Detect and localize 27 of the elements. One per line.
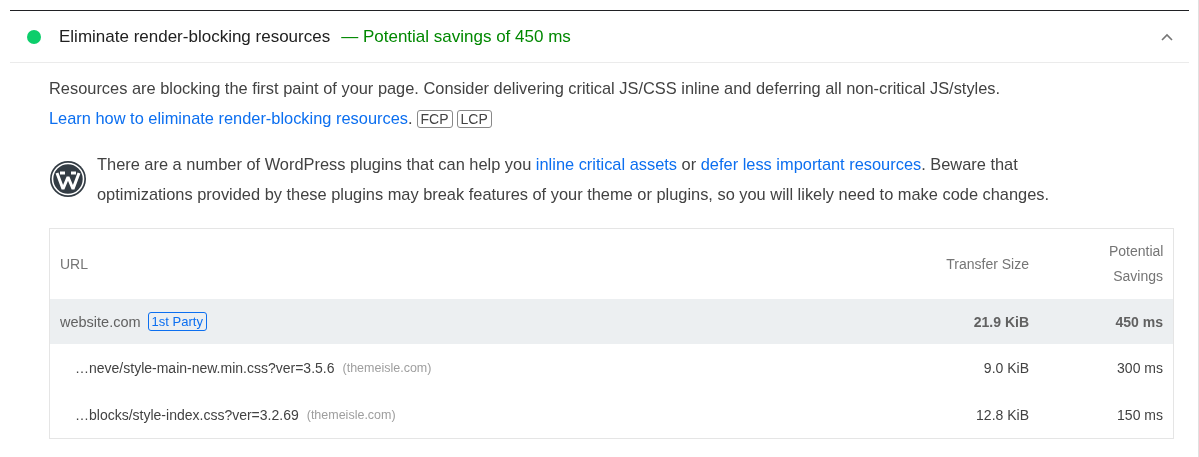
plugin-link[interactable]: defer less important resources <box>700 155 922 173</box>
savings-value: 300 ms <box>1116 359 1164 376</box>
size-value: 21.9 KiB <box>972 313 1029 330</box>
metric-tag: LCP <box>456 110 492 128</box>
savings-text: — Potential savings of 450 ms <box>341 26 571 47</box>
url-text: website.com <box>60 313 141 330</box>
savings-value: 450 ms <box>1114 313 1164 330</box>
url-text: …neve/style-main-new.min.css?ver=3.5.6 <box>75 359 335 376</box>
audit-title: Eliminate render-blocking resources <box>59 26 331 47</box>
size-value: 12.8 KiB <box>975 406 1029 423</box>
size-value: 9.0 KiB <box>982 359 1029 376</box>
chevron-icon[interactable] <box>1161 32 1173 41</box>
audit-header[interactable]: Eliminate render-blocking resources — Potential savings of 450 ms <box>10 11 1189 63</box>
wordpress-logo-icon <box>49 160 87 198</box>
description-text: Resources are blocking the first paint of your page. Consider delivering critical JS/CSS inline and deferring all non-critical JS/styles. Learn how to eliminate render-blocking resources. FCP LCP <box>49 78 1002 130</box>
learn-more-link[interactable]: Learn how to eliminate render-blocking resources <box>49 109 408 127</box>
column-header: Transfer Size <box>945 254 1029 274</box>
host-text: (themeisle.com) <box>342 360 432 375</box>
column-header: Potential Savings <box>1108 242 1165 286</box>
url-text: …blocks/style-index.css?ver=3.2.69 <box>75 406 299 423</box>
column-header: URL <box>59 254 89 274</box>
metric-tag: FCP <box>416 110 453 128</box>
plugin-note-text: There are a number of WordPress plugins that can help you inline critical assets or defer less important resources. Beware that optimizations provided by these plugins may break features of your theme or plugins, so you will likely need to make code changes. <box>97 154 1051 205</box>
savings-value: 150 ms <box>1116 406 1164 423</box>
party-badge: 1st Party <box>147 312 207 331</box>
plugin-link[interactable]: inline critical assets <box>535 155 678 173</box>
host-text: (themeisle.com) <box>306 407 396 422</box>
